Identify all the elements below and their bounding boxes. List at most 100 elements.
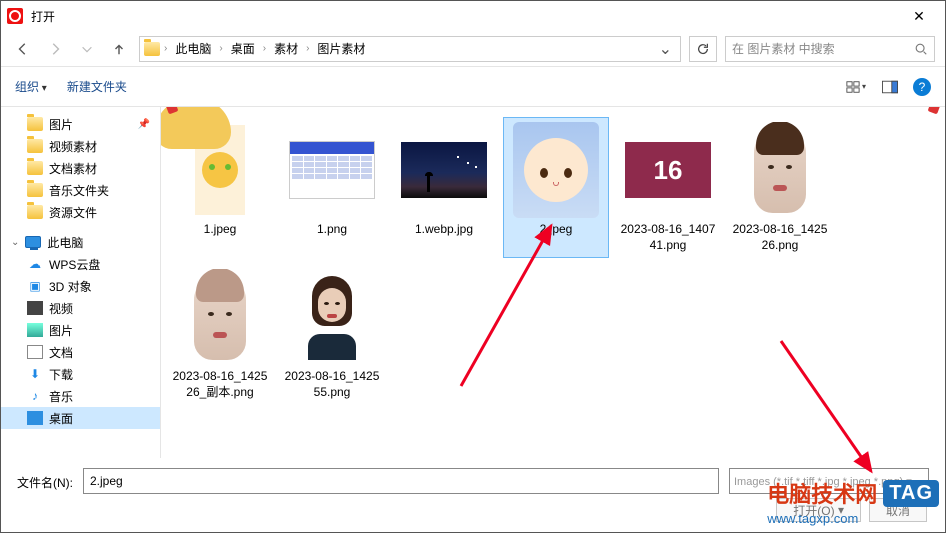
cloud-icon: ☁ xyxy=(27,257,43,271)
sidebar-item-doc-assets[interactable]: 文档素材 xyxy=(1,157,160,179)
sidebar-item-label: 音乐文件夹 xyxy=(49,182,109,199)
file-name: 1.jpeg xyxy=(204,222,237,238)
sidebar-item-label: 文档素材 xyxy=(49,160,97,177)
cube-icon: ▣ xyxy=(27,279,43,293)
close-button[interactable]: ✕ xyxy=(899,8,939,25)
up-button[interactable] xyxy=(107,37,131,61)
sidebar-item-wps[interactable]: ☁ WPS云盘 xyxy=(1,253,160,275)
crumb-desktop[interactable]: 桌面 xyxy=(227,38,259,59)
chevron-right-icon: › xyxy=(164,43,167,54)
navbar: › 此电脑 › 桌面 › 素材 › 图片素材 ⌄ 在 图片素材 中搜索 xyxy=(1,31,945,67)
address-bar[interactable]: › 此电脑 › 桌面 › 素材 › 图片素材 ⌄ xyxy=(139,36,681,62)
filetype-filter[interactable]: Images (*.tif *.tiff *.jpg *.jpeg *.png)… xyxy=(729,468,929,494)
file-name: 1.webp.jpg xyxy=(415,222,473,238)
thumbnail xyxy=(396,122,492,218)
folder-icon xyxy=(27,139,43,153)
open-button[interactable]: 打开(O) ▾ xyxy=(776,498,861,522)
file-item[interactable]: 1.png xyxy=(279,117,385,258)
forward-button[interactable] xyxy=(43,37,67,61)
filename-input[interactable] xyxy=(83,468,719,494)
file-name: 2023-08-16_142526_副本.png xyxy=(172,369,268,400)
thumbnail xyxy=(172,269,268,365)
sidebar-item-label: 桌面 xyxy=(49,410,73,427)
address-dropdown[interactable]: ⌄ xyxy=(655,39,676,59)
crumb-sucai[interactable]: 素材 xyxy=(270,38,302,59)
chevron-down-icon: ⌄ xyxy=(11,237,19,248)
folder-icon xyxy=(27,161,43,175)
chevron-right-icon: › xyxy=(306,43,309,54)
file-item-selected[interactable]: 2.jpeg xyxy=(503,117,609,258)
sidebar-item-this-pc[interactable]: ⌄ 此电脑 xyxy=(1,231,160,253)
sidebar-item-resources[interactable]: 资源文件 xyxy=(1,201,160,223)
file-item[interactable]: 2023-08-16_142526_副本.png xyxy=(167,264,273,405)
file-name: 2023-08-16_142555.png xyxy=(284,369,380,400)
view-mode-button[interactable] xyxy=(845,76,867,98)
footer: 文件名(N): Images (*.tif *.tiff *.jpg *.jpe… xyxy=(1,458,945,532)
file-item[interactable]: 2023-08-16_142555.png xyxy=(279,264,385,405)
cancel-button[interactable]: 取消 xyxy=(869,498,927,522)
sidebar-item-label: WPS云盘 xyxy=(49,256,100,273)
sidebar-item-label: 资源文件 xyxy=(49,204,97,221)
filename-label: 文件名(N): xyxy=(17,474,73,491)
sidebar-item-label: 3D 对象 xyxy=(49,278,92,295)
file-grid: 1.jpeg 1.png 1.webp.jpg 2.jpeg 16 2023-0… xyxy=(161,107,945,458)
organize-menu[interactable]: 组织 xyxy=(15,78,47,95)
sidebar-item-pictures[interactable]: 图片 📌 xyxy=(1,113,160,135)
window-title: 打开 xyxy=(31,8,55,25)
sidebar-item-label: 文档 xyxy=(49,344,73,361)
chevron-right-icon: › xyxy=(263,43,266,54)
thumbnail xyxy=(508,122,604,218)
pin-icon: 📌 xyxy=(138,119,150,130)
sidebar-item-label: 音乐 xyxy=(49,388,73,405)
sidebar-item-downloads[interactable]: ⬇ 下载 xyxy=(1,363,160,385)
crumb-tupian[interactable]: 图片素材 xyxy=(313,38,369,59)
sidebar: 图片 📌 视频素材 文档素材 音乐文件夹 资源文件 ⌄ 此电脑 ☁ WPS云盘 ▣ 3… xyxy=(1,107,161,458)
folder-icon xyxy=(27,117,43,131)
help-button[interactable]: ? xyxy=(913,78,931,96)
preview-pane-button[interactable] xyxy=(879,76,901,98)
thumbnail xyxy=(284,122,380,218)
file-item[interactable]: 2023-08-16_142526.png xyxy=(727,117,833,258)
file-item[interactable]: 16 2023-08-16_140741.png xyxy=(615,117,721,258)
doc-icon xyxy=(27,345,43,359)
folder-icon xyxy=(27,205,43,219)
sidebar-item-video-assets[interactable]: 视频素材 xyxy=(1,135,160,157)
sidebar-item-docs[interactable]: 文档 xyxy=(1,341,160,363)
download-icon: ⬇ xyxy=(27,367,43,381)
sidebar-item-label: 下载 xyxy=(49,366,73,383)
app-icon xyxy=(7,8,23,24)
thumbnail: 16 xyxy=(620,122,716,218)
pc-icon xyxy=(25,236,41,248)
sidebar-item-music[interactable]: ♪ 音乐 xyxy=(1,385,160,407)
sidebar-item-label: 视频素材 xyxy=(49,138,97,155)
crumb-pc[interactable]: 此电脑 xyxy=(171,38,215,59)
sidebar-item-label: 图片 xyxy=(49,322,73,339)
sidebar-item-3d[interactable]: ▣ 3D 对象 xyxy=(1,275,160,297)
toolbar: 组织 新建文件夹 ? xyxy=(1,67,945,107)
search-input[interactable]: 在 图片素材 中搜索 xyxy=(725,36,935,62)
sidebar-item-label: 此电脑 xyxy=(47,234,83,251)
titlebar: 打开 ✕ xyxy=(1,1,945,31)
back-button[interactable] xyxy=(11,37,35,61)
sidebar-item-videos[interactable]: 视频 xyxy=(1,297,160,319)
refresh-button[interactable] xyxy=(689,36,717,62)
sidebar-item-desktop[interactable]: 桌面 xyxy=(1,407,160,429)
recent-dropdown[interactable] xyxy=(75,37,99,61)
file-item[interactable]: 1.webp.jpg xyxy=(391,117,497,258)
file-name: 1.png xyxy=(317,222,347,238)
picture-icon xyxy=(27,323,43,337)
sidebar-item-label: 视频 xyxy=(49,300,73,317)
button-label: 打开(O) xyxy=(793,502,834,519)
sidebar-item-images[interactable]: 图片 xyxy=(1,319,160,341)
music-icon: ♪ xyxy=(27,389,43,403)
thumbnail xyxy=(732,122,828,218)
folder-icon xyxy=(144,42,160,56)
file-name: 2023-08-16_142526.png xyxy=(732,222,828,253)
video-icon xyxy=(27,301,43,315)
file-name: 2023-08-16_140741.png xyxy=(620,222,716,253)
sidebar-item-music-folder[interactable]: 音乐文件夹 xyxy=(1,179,160,201)
new-folder-button[interactable]: 新建文件夹 xyxy=(67,78,127,95)
sidebar-item-label: 图片 xyxy=(49,116,73,133)
chevron-right-icon: › xyxy=(219,43,222,54)
desktop-icon xyxy=(27,411,43,425)
